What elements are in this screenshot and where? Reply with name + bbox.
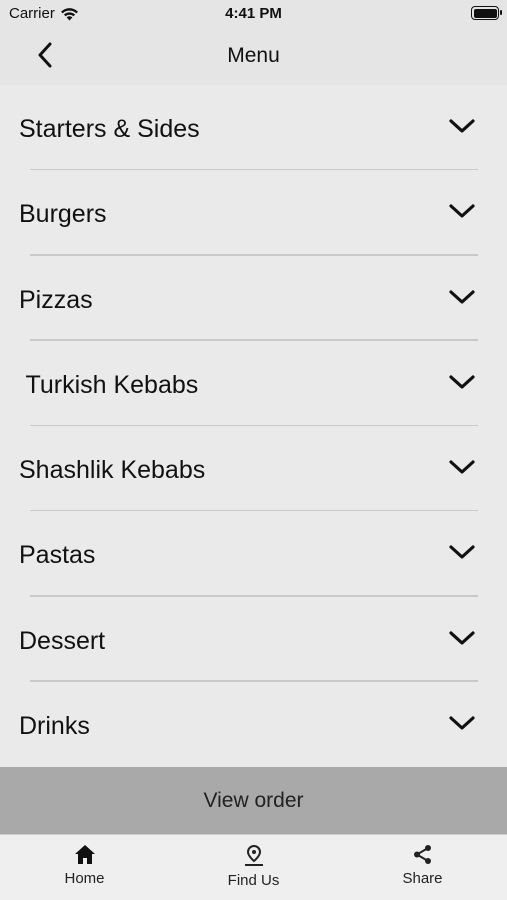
- menu-category-burgers[interactable]: Burgers: [0, 170, 507, 256]
- home-icon: [74, 845, 95, 864]
- tab-bar: Home Find Us Share: [0, 834, 507, 900]
- view-order-button[interactable]: View order: [0, 767, 507, 834]
- menu-category-label: Pastas: [19, 541, 96, 570]
- menu-category-label: Dessert: [19, 626, 106, 655]
- menu-category-label: Pizzas: [19, 285, 93, 314]
- menu-category-label: Shashlik Kebabs: [19, 456, 206, 484]
- battery-icon: [471, 6, 502, 20]
- tab-share[interactable]: Share: [338, 835, 507, 900]
- chevron-down-icon: [449, 460, 475, 474]
- tab-find-us[interactable]: Find Us: [169, 835, 338, 900]
- menu-category-pastas[interactable]: Pastas: [0, 511, 507, 597]
- chevron-down-icon: [449, 204, 475, 218]
- tab-find-us-label: Find Us: [227, 872, 280, 889]
- tab-home-label: Home: [64, 870, 105, 887]
- chevron-down-icon: [449, 545, 475, 559]
- tab-share-label: Share: [402, 870, 443, 887]
- status-time: 4:41 PM: [225, 5, 282, 22]
- menu-category-label: Drinks: [19, 711, 90, 740]
- menu-category-list: Starters & Sides Burgers Pizzas Turkish …: [0, 85, 507, 767]
- menu-category-label: Starters & Sides: [19, 115, 200, 143]
- chevron-down-icon: [449, 630, 475, 645]
- navigation-bar: Menu: [0, 27, 507, 85]
- menu-category-starters-sides[interactable]: Starters & Sides: [0, 85, 507, 171]
- menu-category-turkish-kebabs[interactable]: Turkish Kebabs: [0, 341, 507, 426]
- menu-category-label: Turkish Kebabs: [19, 370, 199, 399]
- status-bar: Carrier 4:41 PM: [0, 0, 507, 27]
- menu-category-shashlik-kebabs[interactable]: Shashlik Kebabs: [0, 426, 507, 512]
- map-pin-icon: [244, 844, 263, 866]
- menu-category-dessert[interactable]: Dessert: [0, 597, 507, 682]
- menu-category-label: Burgers: [19, 200, 107, 229]
- chevron-down-icon: [449, 119, 475, 133]
- page-title: Menu: [227, 44, 280, 67]
- chevron-down-icon: [449, 289, 475, 304]
- chevron-down-icon: [449, 716, 475, 730]
- share-icon: [413, 845, 431, 864]
- chevron-down-icon: [449, 375, 475, 389]
- view-order-label: View order: [203, 788, 304, 812]
- tab-home[interactable]: Home: [0, 835, 169, 900]
- menu-category-pizzas[interactable]: Pizzas: [0, 256, 507, 341]
- menu-category-drinks[interactable]: Drinks: [0, 682, 507, 767]
